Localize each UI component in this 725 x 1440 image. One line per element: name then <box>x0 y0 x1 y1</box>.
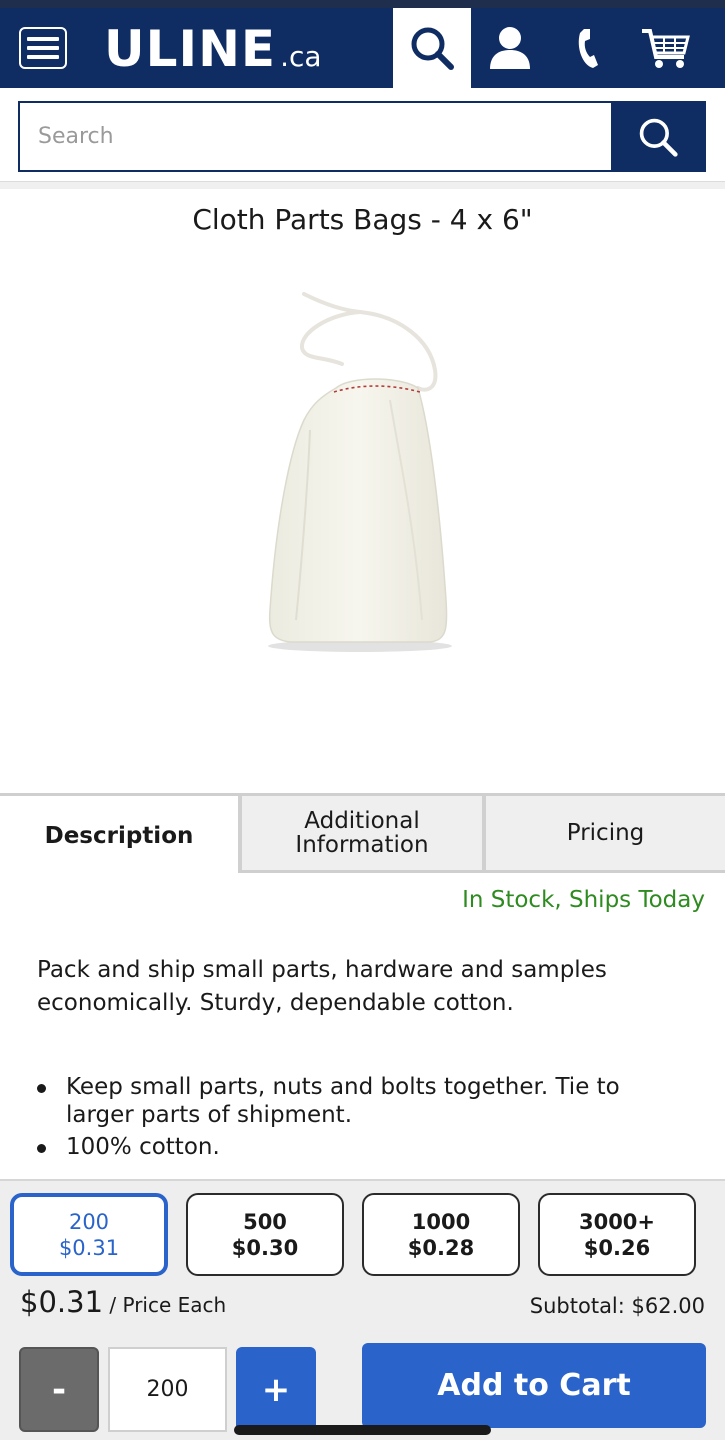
tier-qty: 500 <box>243 1209 287 1234</box>
unit-price-value: $0.31 <box>20 1285 104 1319</box>
unit-price: $0.31 / Price Each <box>20 1285 226 1319</box>
search-icon <box>411 27 454 70</box>
status-strip <box>0 0 725 8</box>
quantity-input[interactable] <box>108 1347 227 1432</box>
site-header: ULINE .ca <box>0 8 725 88</box>
price-tier-1000[interactable]: 1000 $0.28 <box>362 1193 520 1276</box>
home-indicator <box>234 1425 491 1435</box>
quantity-decrement-button[interactable]: - <box>19 1347 99 1432</box>
price-tier-200[interactable]: 200 $0.31 <box>10 1193 168 1276</box>
tier-price: $0.31 <box>58 1235 120 1260</box>
cart-button[interactable] <box>627 8 705 88</box>
tier-price: $0.26 <box>583 1235 651 1260</box>
search-bar <box>18 101 706 172</box>
phone-button[interactable] <box>549 8 627 88</box>
tier-price: $0.30 <box>231 1235 299 1260</box>
tab-pricing[interactable]: Pricing <box>486 796 725 870</box>
cart-icon <box>642 29 690 68</box>
tier-price: $0.28 <box>407 1235 475 1260</box>
site-logo[interactable]: ULINE .ca <box>104 20 322 78</box>
stock-status: In Stock, Ships Today <box>462 887 705 913</box>
phone-icon <box>578 29 598 68</box>
header-search-tab[interactable] <box>393 8 471 88</box>
search-input[interactable] <box>20 103 611 170</box>
account-button[interactable] <box>471 8 549 88</box>
product-tabs: Description Additional Information Prici… <box>0 793 725 876</box>
product-description: Pack and ship small parts, hardware and … <box>37 957 607 1016</box>
tier-qty: 3000+ <box>578 1209 656 1234</box>
tier-qty: 200 <box>68 1209 110 1234</box>
logo-tld: .ca <box>280 40 322 73</box>
user-icon <box>490 27 530 69</box>
search-button[interactable] <box>611 103 704 170</box>
subtotal: Subtotal: $62.00 <box>529 1294 705 1318</box>
purchase-panel: 200 $0.31 500 $0.30 1000 $0.28 3000+ $0.… <box>0 1179 725 1440</box>
menu-icon[interactable] <box>19 27 67 69</box>
price-tier-500[interactable]: 500 $0.30 <box>186 1193 344 1276</box>
price-tier-3000[interactable]: 3000+ $0.26 <box>538 1193 696 1276</box>
quantity-increment-button[interactable]: + <box>236 1347 316 1432</box>
feature-list: Keep small parts, nuts and bolts togethe… <box>37 1073 687 1165</box>
logo-main: ULINE <box>104 20 277 78</box>
tier-qty: 1000 <box>411 1209 471 1234</box>
header-divider <box>0 181 725 189</box>
feature-item: 100% cotton. <box>37 1133 687 1161</box>
search-icon <box>639 118 678 157</box>
product-title: Cloth Parts Bags - 4 x 6" <box>192 203 533 236</box>
add-to-cart-button[interactable]: Add to Cart <box>362 1343 706 1428</box>
feature-item: Keep small parts, nuts and bolts togethe… <box>37 1073 687 1129</box>
product-image[interactable] <box>250 280 490 660</box>
unit-price-label: / Price Each <box>103 1293 227 1317</box>
tab-description[interactable]: Description <box>0 796 238 876</box>
tab-additional-information[interactable]: Additional Information <box>242 796 482 870</box>
